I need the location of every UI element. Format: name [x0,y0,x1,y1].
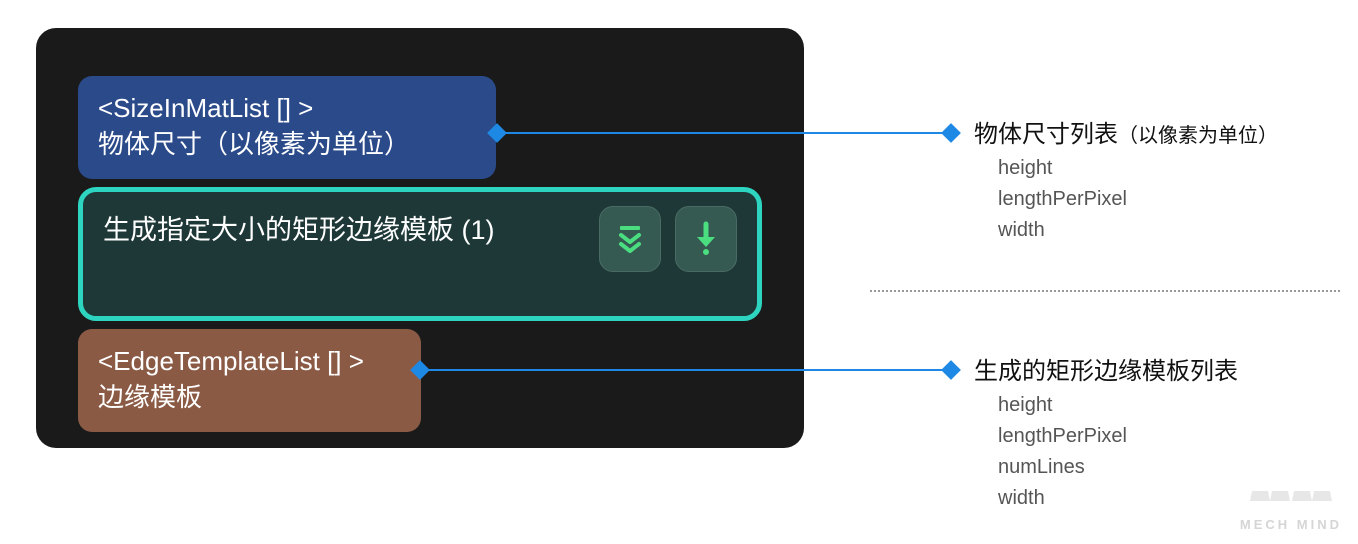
connector-line [498,132,950,134]
download-icon[interactable] [675,206,737,272]
annotation-field: width [998,215,1278,246]
annotation-field: width [998,483,1238,514]
watermark-logo-icon [1248,487,1334,515]
annotation-title-note: （以像素为单位） [1118,125,1278,147]
input-port-block[interactable]: <SizeInMatList [] > 物体尺寸（以像素为单位） [78,76,496,179]
input-type-line: <SizeInMatList [] > [98,90,476,126]
node-icons [599,206,737,272]
input-label-note: （以像素为单位） [202,129,410,159]
annotation-field: height [998,153,1278,184]
input-label-prefix: 物体尺寸 [98,129,202,159]
watermark: MECH MIND [1240,487,1342,532]
output-port-block[interactable]: <EdgeTemplateList [] > 边缘模板 [78,329,421,432]
divider-line [870,290,1340,292]
annotation-field: numLines [998,452,1238,483]
annotation-field: height [998,390,1238,421]
connector-line [421,369,950,371]
annotation-field: lengthPerPixel [998,421,1238,452]
expand-down-icon[interactable] [599,206,661,272]
connector-dot [941,360,961,380]
connector-dot [941,123,961,143]
watermark-text: MECH MIND [1240,517,1342,532]
node-body[interactable]: 生成指定大小的矩形边缘模板 (1) [78,187,762,321]
input-label-line: 物体尺寸（以像素为单位） [98,126,476,162]
output-label: 边缘模板 [98,379,401,415]
annotation-title: 生成的矩形边缘模板列表 [974,353,1238,390]
output-type-line: <EdgeTemplateList [] > [98,343,401,379]
annotation-field: lengthPerPixel [998,184,1278,215]
node-panel: <SizeInMatList [] > 物体尺寸（以像素为单位） 生成指定大小的… [36,28,804,448]
annotation-top: 物体尺寸列表（以像素为单位） height lengthPerPixel wid… [974,116,1278,246]
node-title: 生成指定大小的矩形边缘模板 (1) [103,208,495,247]
annotation-title: 物体尺寸列表 [974,116,1118,153]
annotation-bottom: 生成的矩形边缘模板列表 height lengthPerPixel numLin… [974,353,1238,514]
